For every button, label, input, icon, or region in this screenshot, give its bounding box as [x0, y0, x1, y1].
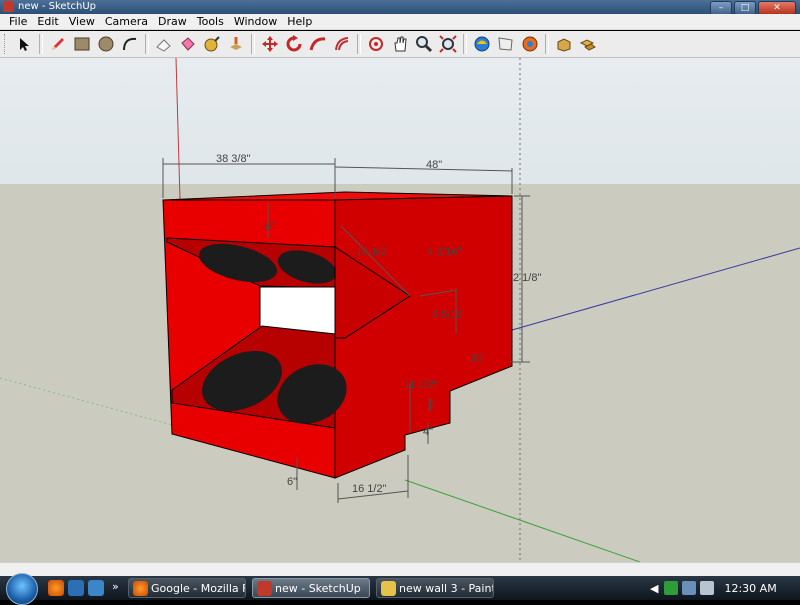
eraser-icon[interactable]: [153, 33, 175, 55]
windows-taskbar: » Google - Mozilla Fir... new - SketchUp…: [0, 573, 800, 605]
toolbar-separator: [463, 34, 467, 54]
select-icon[interactable]: [13, 33, 35, 55]
ie-quicklaunch-icon[interactable]: [68, 580, 84, 596]
menu-window[interactable]: Window: [229, 14, 282, 30]
tray-expand-icon[interactable]: ◀: [650, 582, 658, 595]
taskbar-sketchup[interactable]: new - SketchUp: [252, 578, 370, 598]
get-models-icon[interactable]: [519, 33, 541, 55]
paint-bucket-icon[interactable]: [177, 33, 199, 55]
next-view-icon[interactable]: [495, 33, 517, 55]
dim-top-right: 48": [426, 159, 442, 171]
dim-upper-depth: 10 1/2": [356, 246, 391, 258]
tape-measure-icon[interactable]: [201, 33, 223, 55]
components-icon[interactable]: [577, 33, 599, 55]
sketchup-app-icon[interactable]: [3, 1, 14, 12]
dim-upper-offset: 4 3/16": [427, 246, 462, 258]
dim-small-gap: 3": [426, 400, 436, 412]
minimize-button[interactable]: –: [710, 1, 732, 15]
arc-icon[interactable]: [119, 33, 141, 55]
toolbar-separator: [39, 34, 43, 54]
circle-icon[interactable]: [95, 33, 117, 55]
firefox-quicklaunch-icon[interactable]: [48, 580, 64, 596]
model-scene[interactable]: 38 3/8" 48" 2 1/8" 6" 10 1/2" 4 3/16" 5 …: [0, 58, 800, 562]
model-viewport[interactable]: 38 3/8" 48" 2 1/8" 6" 10 1/2" 4 3/16" 5 …: [0, 58, 800, 562]
start-button[interactable]: [6, 573, 38, 605]
taskbar-paint[interactable]: new wall 3 - Paint: [376, 578, 494, 598]
show-desktop-icon[interactable]: [88, 580, 104, 596]
status-bar: [0, 562, 800, 577]
menu-file[interactable]: File: [4, 14, 32, 30]
push-pull-icon[interactable]: [225, 33, 247, 55]
taskbar-clock[interactable]: 12:30 AM: [724, 582, 776, 595]
window-controls: – □ ✕: [710, 0, 796, 15]
pencil-icon[interactable]: [47, 33, 69, 55]
pan-icon[interactable]: [389, 33, 411, 55]
firefox-icon: [133, 581, 148, 596]
system-tray: ◀ 12:30 AM: [650, 576, 800, 600]
toolbar-grip[interactable]: [4, 34, 8, 54]
move-icon[interactable]: [259, 33, 281, 55]
toolbar-separator: [251, 34, 255, 54]
menu-camera[interactable]: Camera: [100, 14, 153, 30]
menu-tools[interactable]: Tools: [192, 14, 229, 30]
previous-view-icon[interactable]: [471, 33, 493, 55]
paint-icon: [381, 581, 396, 596]
zoom-extents-icon[interactable]: [437, 33, 459, 55]
menu-view[interactable]: View: [64, 14, 100, 30]
toolbar-separator: [357, 34, 361, 54]
rotate-icon[interactable]: [283, 33, 305, 55]
menu-help[interactable]: Help: [282, 14, 317, 30]
dim-top-left: 38 3/8": [216, 153, 251, 165]
maximize-button[interactable]: □: [734, 1, 756, 15]
share-model-icon[interactable]: [553, 33, 575, 55]
dim-angle: 30°: [470, 353, 487, 365]
zoom-icon[interactable]: [413, 33, 435, 55]
close-button[interactable]: ✕: [758, 1, 796, 15]
dim-height: 2 1/8": [513, 272, 541, 284]
sketchup-icon: [257, 581, 272, 596]
dim-lower-height: 11 1/2": [404, 379, 438, 391]
dim-step: 4": [423, 426, 433, 438]
window-title: new - SketchUp: [18, 1, 96, 12]
offset-icon[interactable]: [331, 33, 353, 55]
red-axis: [175, 58, 181, 201]
taskbar-firefox[interactable]: Google - Mozilla Fir...: [128, 578, 246, 598]
dim-bottom-left: 6": [287, 476, 297, 488]
toolbar-separator: [145, 34, 149, 54]
orbit-icon[interactable]: [365, 33, 387, 55]
menu-bar: File Edit View Camera Draw Tools Window …: [0, 14, 800, 30]
tray-network-icon[interactable]: [682, 581, 697, 595]
main-toolbar: [0, 31, 800, 58]
follow-me-icon[interactable]: [307, 33, 329, 55]
dim-mid-gap: 5 5/16": [432, 309, 467, 321]
quicklaunch-chevron[interactable]: »: [112, 580, 119, 593]
tray-app-icon[interactable]: [664, 581, 679, 595]
title-bar: new - SketchUp – □ ✕: [0, 0, 800, 15]
toolbar-separator: [545, 34, 549, 54]
menu-draw[interactable]: Draw: [153, 14, 192, 30]
tray-volume-icon[interactable]: [700, 581, 715, 595]
rectangle-icon[interactable]: [71, 33, 93, 55]
dim-top-gap: 6": [265, 221, 275, 233]
menu-edit[interactable]: Edit: [32, 14, 63, 30]
dim-bottom-depth: 16 1/2": [352, 483, 387, 495]
